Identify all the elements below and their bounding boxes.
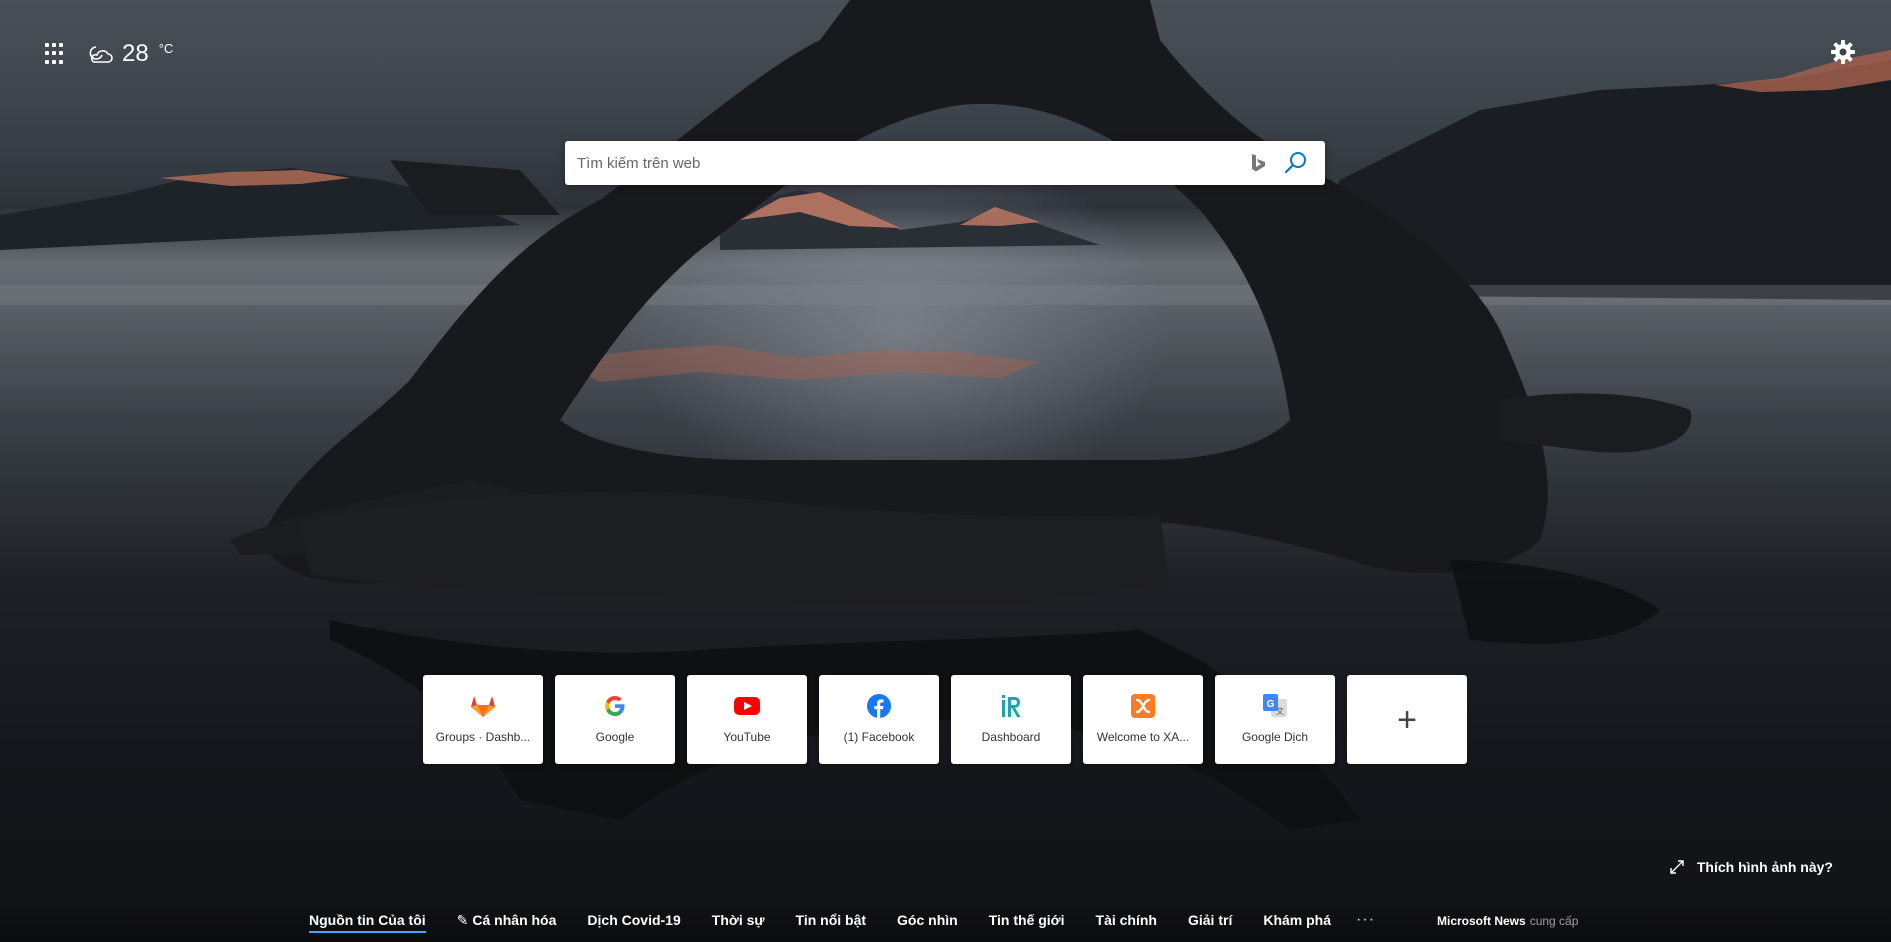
gitlab-icon	[471, 695, 495, 717]
facebook-icon	[867, 693, 891, 718]
add-shortcut-button[interactable]: +	[1347, 675, 1467, 764]
plus-icon: +	[1397, 700, 1417, 739]
app-launcher-icon[interactable]	[42, 40, 70, 68]
expand-icon	[1670, 860, 1684, 874]
news-tab-covid[interactable]: Dịch Covid-19	[587, 912, 680, 928]
bing-logo-icon	[1252, 154, 1265, 172]
quick-link-label: (1) Facebook	[843, 729, 915, 744]
news-provider: Microsoft News cung cấp	[1437, 914, 1578, 928]
google-icon	[605, 695, 625, 716]
provider-brand: Microsoft News	[1437, 914, 1526, 928]
more-options-icon[interactable]: ···	[1356, 911, 1375, 929]
temperature-unit: °C	[158, 40, 174, 56]
quick-link-tile[interactable]: YouTube	[687, 675, 807, 764]
quick-link-tile[interactable]: Welcome to XA...	[1083, 675, 1203, 764]
pencil-icon: ✎	[456, 911, 469, 928]
web-search-box	[565, 141, 1325, 185]
top-left-bar: 28 °C	[42, 40, 173, 68]
settings-gear-icon[interactable]	[1829, 38, 1857, 66]
quick-link-tile[interactable]: Groups · Dashb...	[423, 675, 543, 764]
provider-suffix: cung cấp	[1529, 914, 1579, 928]
news-tab-finance[interactable]: Tài chính	[1096, 912, 1157, 928]
news-tab-entertainment[interactable]: Giải trí	[1188, 912, 1232, 928]
news-tab-current-affairs[interactable]: Thời sự	[712, 912, 765, 928]
temperature-value: 28	[122, 40, 149, 67]
quick-link-label: YouTube	[723, 729, 771, 744]
partly-cloudy-night-icon	[89, 46, 113, 63]
quick-link-label: Google Dịch	[1241, 729, 1309, 744]
quick-link-tile[interactable]: Dashboard	[951, 675, 1071, 764]
quick-link-label: Groups · Dashb...	[435, 729, 531, 744]
xampp-icon	[1131, 693, 1155, 718]
news-tab-discover[interactable]: Khám phá	[1263, 912, 1331, 928]
quick-link-label: Dashboard	[981, 729, 1041, 744]
quick-link-tile[interactable]: Google	[555, 675, 675, 764]
weather-widget[interactable]: 28 °C	[88, 40, 173, 68]
news-nav: Nguồn tin Của tôi ✎ Cá nhân hóa Dịch Covi…	[309, 911, 1375, 933]
ir-logo-icon	[1002, 694, 1021, 717]
news-tab-personalize[interactable]: ✎ Cá nhân hóa	[457, 912, 557, 929]
news-tab-label: Cá nhân hóa	[472, 911, 557, 928]
quick-link-tile[interactable]: G 文 Google Dịch	[1215, 675, 1335, 764]
quick-link-label: Google	[595, 729, 635, 744]
youtube-icon	[734, 696, 760, 715]
like-photo-label: Thích hình ảnh này?	[1696, 859, 1833, 875]
svg-text:文: 文	[1276, 706, 1284, 716]
search-input[interactable]	[565, 141, 1247, 185]
quick-link-tile[interactable]: (1) Facebook	[819, 675, 939, 764]
google-translate-icon: G 文	[1263, 693, 1287, 717]
quick-link-label: Welcome to XA...	[1096, 729, 1190, 744]
news-tab-perspective[interactable]: Góc nhìn	[897, 912, 958, 928]
search-icon[interactable]	[1283, 150, 1309, 176]
quick-links: Groups · Dashb... Google YouTube (1) Fac…	[423, 675, 1467, 764]
svg-text:G: G	[1267, 699, 1275, 710]
news-tab-my-feed[interactable]: Nguồn tin Của tôi	[309, 912, 426, 933]
news-tab-highlights[interactable]: Tin nổi bật	[796, 912, 867, 928]
like-photo-link[interactable]: Thích hình ảnh này?	[1669, 859, 1833, 875]
news-tab-world[interactable]: Tin thế giới	[989, 912, 1065, 928]
